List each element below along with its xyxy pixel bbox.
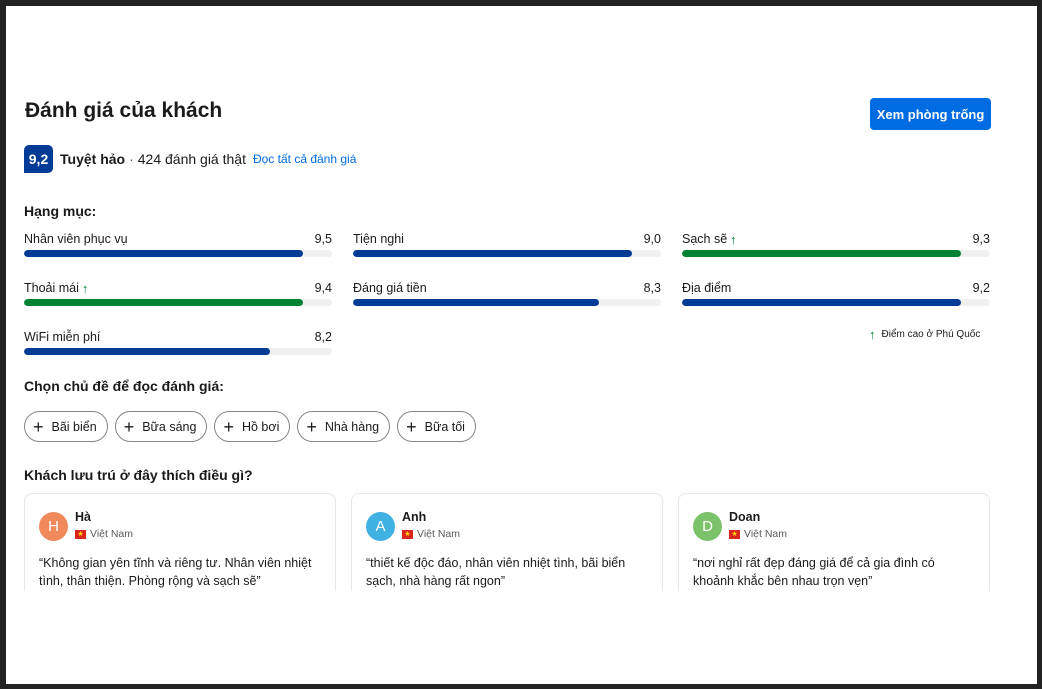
score-bar xyxy=(353,250,661,257)
topic-chip-restaurant[interactable]: + Nhà hàng xyxy=(297,411,391,442)
vietnam-flag-icon: ★ xyxy=(75,529,86,539)
category-label: Đáng giá tiền xyxy=(353,281,427,295)
score-bar xyxy=(682,299,990,306)
reviews-heading: Khách lưu trú ở đây thích điều gì? xyxy=(24,467,253,483)
reviewer-country: Việt Nam xyxy=(417,528,460,540)
category-staff: Nhân viên phục vụ 9,5 xyxy=(24,231,332,257)
chip-label: Bữa sáng xyxy=(142,419,197,434)
plus-icon: + xyxy=(306,416,317,437)
high-score-note-text: Điểm cao ở Phú Quốc xyxy=(881,329,981,340)
categories-heading: Hạng mục: xyxy=(24,203,97,219)
topics-heading: Chọn chủ đề để đọc đánh giá: xyxy=(24,378,224,394)
review-count: 424 đánh giá thật xyxy=(137,151,246,167)
reviewer-country: Việt Nam xyxy=(744,528,787,540)
chip-label: Hồ bơi xyxy=(241,419,280,434)
arrow-up-icon: ↑ xyxy=(869,327,876,342)
chip-label: Bữa tối xyxy=(424,419,465,434)
chip-label: Nhà hàng xyxy=(324,419,380,434)
category-comfort: Thoải mái ↑ 9,4 xyxy=(24,280,332,306)
review-card[interactable]: D Doan ★ Việt Nam “nơi nghỉ rất đẹp đáng … xyxy=(678,493,990,593)
category-label: Địa điểm xyxy=(682,281,732,295)
plus-icon: + xyxy=(123,416,135,437)
category-label: Sạch sẽ xyxy=(682,232,728,246)
category-score: 9,2 xyxy=(972,281,990,295)
category-label: Tiện nghi xyxy=(353,232,404,246)
category-cleanliness: Sạch sẽ ↑ 9,3 xyxy=(682,231,990,257)
score-bar-fill xyxy=(24,348,271,355)
category-free-wifi: WiFi miễn phí 8,2 xyxy=(24,329,332,355)
category-score: 9,4 xyxy=(314,281,332,295)
plus-icon: + xyxy=(406,416,417,437)
topic-chip-beach[interactable]: + Bãi biển xyxy=(24,411,108,442)
category-label: Thoải mái xyxy=(24,281,79,295)
avatar: H xyxy=(39,512,68,541)
topic-chip-dinner[interactable]: + Bữa tối xyxy=(397,411,476,442)
avatar: D xyxy=(693,512,722,541)
category-location: Địa điểm 9,2 xyxy=(682,280,990,306)
score-bar xyxy=(682,250,990,257)
high-score-note: ↑ Điểm cao ở Phú Quốc xyxy=(869,328,980,341)
read-all-reviews-link[interactable]: Đọc tất cả đánh giá xyxy=(253,152,356,166)
plus-icon: + xyxy=(33,416,44,437)
page-title: Đánh giá của khách xyxy=(25,99,223,122)
reviewer-country: Việt Nam xyxy=(90,528,133,540)
category-score: 8,2 xyxy=(314,330,332,344)
category-score: 9,0 xyxy=(643,232,661,246)
content-cutoff xyxy=(6,591,1037,684)
score-separator: · xyxy=(129,151,134,167)
score-bar-fill xyxy=(682,299,961,306)
category-score: 9,3 xyxy=(972,232,990,246)
review-card[interactable]: H Hà ★ Việt Nam “Không gian yên tĩnh và r… xyxy=(24,493,336,593)
category-label: WiFi miễn phí xyxy=(24,330,101,344)
score-bar xyxy=(353,299,661,306)
review-text: “thiết kế độc đáo, nhân viên nhiệt tình,… xyxy=(366,556,626,588)
category-facilities: Tiện nghi 9,0 xyxy=(353,231,661,257)
review-text: “nơi nghỉ rất đẹp đáng giá để cả gia đìn… xyxy=(693,556,935,588)
plus-icon: + xyxy=(223,416,234,437)
topic-chip-pool[interactable]: + Hồ bơi xyxy=(214,411,291,442)
score-bar-fill xyxy=(682,250,961,257)
score-bar-fill xyxy=(353,299,600,306)
reviewer-name: Anh xyxy=(402,510,427,524)
category-score: 9,5 xyxy=(314,232,332,246)
reviewer-name: Doan xyxy=(729,510,761,524)
avatar: A xyxy=(366,512,395,541)
category-label: Nhân viên phục vụ xyxy=(24,232,128,246)
score-badge: 9,2 xyxy=(24,145,53,173)
arrow-up-icon: ↑ xyxy=(81,280,89,296)
category-value-for-money: Đáng giá tiền 8,3 xyxy=(353,280,661,306)
review-text: “Không gian yên tĩnh và riêng tư. Nhân v… xyxy=(39,556,312,588)
score-bar xyxy=(24,250,332,257)
vietnam-flag-icon: ★ xyxy=(402,529,413,539)
topic-chip-breakfast[interactable]: + Bữa sáng xyxy=(114,411,208,442)
topic-chips: + Bãi biển + Bữa sáng + Hồ bơi + Nhà hàng + B… xyxy=(24,411,476,442)
see-availability-button[interactable]: Xem phòng trống xyxy=(870,98,991,130)
score-bar-fill xyxy=(24,250,303,257)
score-word: Tuyệt hảo xyxy=(60,151,126,167)
arrow-up-icon: ↑ xyxy=(730,231,737,247)
score-bar-fill xyxy=(353,250,632,257)
review-card[interactable]: A Anh ★ Việt Nam “thiết kế độc đáo, nhân … xyxy=(351,493,663,593)
score-bar xyxy=(24,348,332,355)
category-score: 8,3 xyxy=(643,281,661,295)
overall-score-row: 9,2 Tuyệt hảo · 424 đánh giá thật Đọc tấ… xyxy=(24,145,356,173)
chip-label: Bãi biển xyxy=(51,419,97,434)
reviewer-name: Hà xyxy=(75,510,91,524)
vietnam-flag-icon: ★ xyxy=(729,529,740,539)
score-bar-fill xyxy=(24,299,303,306)
score-bar xyxy=(24,299,332,306)
